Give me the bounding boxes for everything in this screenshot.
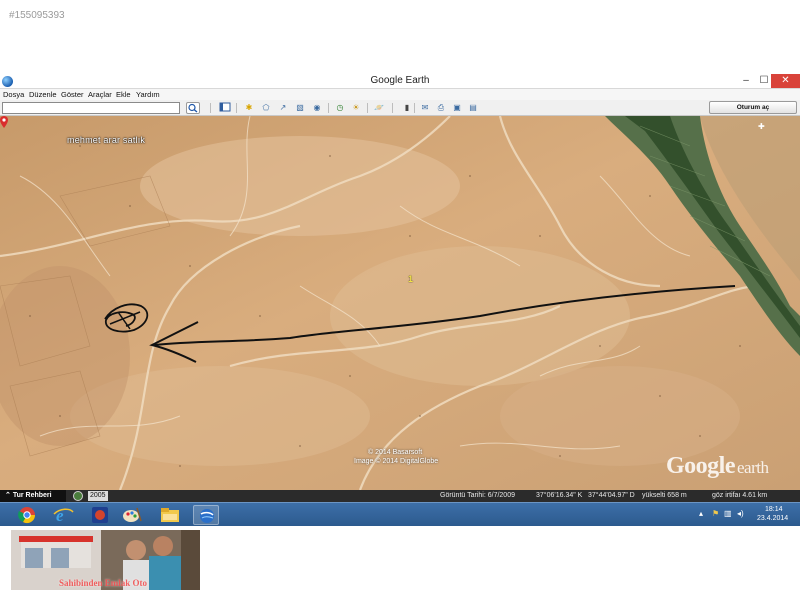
path-icon: ↗ bbox=[279, 103, 287, 112]
menu-file[interactable]: Dosya bbox=[3, 89, 24, 100]
logo-google-text: Google bbox=[666, 453, 736, 479]
sun-icon: ☀ bbox=[352, 103, 360, 112]
historical-imagery-icon[interactable] bbox=[73, 491, 83, 501]
menu-help[interactable]: Yardım bbox=[136, 89, 160, 100]
image-overlay-button[interactable]: ▧ bbox=[293, 102, 307, 114]
tray-network-icon[interactable]: ⚑ bbox=[712, 509, 719, 518]
email-button[interactable]: ✉ bbox=[418, 102, 432, 114]
title-bar: Google Earth – ☐ ✕ bbox=[0, 74, 800, 89]
listing-id: #155095393 bbox=[9, 10, 65, 21]
paint-icon bbox=[123, 507, 142, 522]
image-overlay-icon: ▧ bbox=[296, 103, 304, 112]
screenshot: #155095393 Google Earth – ☐ ✕ Dosya Düze… bbox=[0, 0, 800, 600]
tray-arrow-icon[interactable]: ▴ bbox=[699, 509, 703, 518]
chrome-icon bbox=[18, 507, 36, 524]
sign-in-button[interactable]: Oturum aç bbox=[709, 101, 797, 114]
search-icon bbox=[188, 103, 198, 113]
toolbar-separator bbox=[414, 103, 415, 113]
tour-guide-label: Tur Rehberi bbox=[12, 492, 52, 499]
record-tour-icon: ◉ bbox=[313, 103, 321, 112]
email-icon: ✉ bbox=[421, 103, 429, 112]
record-tour-button[interactable]: ◉ bbox=[310, 102, 324, 114]
file-explorer-icon bbox=[161, 508, 179, 522]
google-earth-logo: Google earth bbox=[666, 453, 769, 480]
historical-imagery-button[interactable]: ◷ bbox=[333, 102, 347, 114]
paint-taskbar-button[interactable] bbox=[119, 505, 145, 525]
menu-bar: Dosya Düzenle Göster Araçlar Ekle Yardım bbox=[0, 89, 800, 100]
tray-flag-icon[interactable]: ▥ bbox=[724, 509, 732, 518]
menu-view[interactable]: Göster bbox=[61, 89, 84, 100]
map-number-label: 1 bbox=[408, 274, 414, 284]
polygon-icon: ⬠ bbox=[262, 103, 270, 112]
tour-guide-tab[interactable]: ⌃ Tur Rehberi bbox=[0, 490, 66, 502]
latitude-readout: 37°06'16.34" K bbox=[536, 492, 583, 499]
print-icon: ⎙ bbox=[437, 103, 445, 112]
planets-button[interactable]: 🪐 bbox=[372, 102, 386, 114]
eye-altitude-readout: göz irtifaı 4.61 km bbox=[712, 492, 768, 499]
placemark-icon: ✱ bbox=[245, 103, 253, 112]
close-button[interactable]: ✕ bbox=[771, 74, 800, 88]
windows-taskbar: e ▴ ⚑ ▥ ◂) 18:14 23.4.2014 bbox=[0, 502, 800, 526]
toolbar-separator bbox=[236, 103, 237, 113]
map-copyright-basarsoft: © 2014 Basarsoft bbox=[368, 449, 423, 456]
add-placemark-button[interactable]: ✱ bbox=[242, 102, 256, 114]
internet-explorer-icon: e bbox=[53, 506, 74, 525]
tray-volume-icon[interactable]: ◂) bbox=[737, 509, 744, 518]
window-title: Google Earth bbox=[370, 75, 430, 86]
banner-text: Sahibinden Emlak Oto bbox=[59, 578, 148, 588]
menu-add[interactable]: Ekle bbox=[116, 89, 131, 100]
toolbar-separator bbox=[328, 103, 329, 113]
toolbar-separator bbox=[367, 103, 368, 113]
clock-icon: ◷ bbox=[336, 103, 344, 112]
chrome-taskbar-button[interactable] bbox=[14, 505, 40, 525]
add-path-button[interactable]: ↗ bbox=[276, 102, 290, 114]
clock-date[interactable]: 23.4.2014 bbox=[757, 515, 788, 522]
sunlight-button[interactable]: ☀ bbox=[349, 102, 363, 114]
logo-earth-text: earth bbox=[737, 458, 769, 477]
clock-time[interactable]: 18:14 bbox=[765, 506, 783, 513]
maps-icon: ▤ bbox=[469, 103, 477, 112]
google-maps-button[interactable]: ▤ bbox=[466, 102, 480, 114]
sidebar-toggle-button[interactable] bbox=[218, 102, 232, 114]
sidebar-icon bbox=[219, 102, 231, 112]
navigation-control-icon[interactable]: ✚ bbox=[758, 122, 765, 131]
status-bar: ⌃ Tur Rehberi 2005 Görüntü Tarihi: 6/7/2… bbox=[0, 490, 800, 502]
print-button[interactable]: ⎙ bbox=[434, 102, 448, 114]
media-icon bbox=[92, 507, 108, 523]
elevation-readout: yükselti 658 m bbox=[642, 492, 687, 499]
placemark-label[interactable]: mehmet arar satlık bbox=[67, 135, 145, 145]
add-polygon-button[interactable]: ⬠ bbox=[259, 102, 273, 114]
media-taskbar-button[interactable] bbox=[87, 505, 113, 525]
google-earth-window: Google Earth – ☐ ✕ Dosya Düzenle Göster … bbox=[0, 74, 800, 502]
map-copyright-digitalglobe: Image © 2014 DigitalGlobe bbox=[354, 458, 439, 465]
ad-banner[interactable]: Sahibinden Emlak Oto bbox=[11, 530, 200, 590]
search-button[interactable] bbox=[186, 102, 200, 114]
file-explorer-taskbar-button[interactable] bbox=[157, 505, 183, 525]
placemark-pin-icon[interactable] bbox=[0, 116, 8, 128]
google-earth-taskbar-button[interactable] bbox=[193, 505, 219, 525]
ruler-icon: ▮ bbox=[404, 103, 410, 112]
save-image-icon: ▣ bbox=[453, 103, 461, 112]
longitude-readout: 37°44'04.97" D bbox=[588, 492, 635, 499]
save-image-button[interactable]: ▣ bbox=[450, 102, 464, 114]
toolbar-separator bbox=[392, 103, 393, 113]
toolbar-separator bbox=[210, 103, 211, 113]
imagery-date: Görüntü Tarihi: 6/7/2009 bbox=[440, 492, 515, 499]
toolbar: ✱ ⬠ ↗ ▧ ◉ ◷ ☀ 🪐 ▮ ✉ ⎙ ▣ ▤ Oturum aç bbox=[0, 100, 800, 116]
menu-edit[interactable]: Düzenle bbox=[29, 89, 57, 100]
ruler-button[interactable]: ▮ bbox=[400, 102, 414, 114]
planet-icon: 🪐 bbox=[374, 103, 384, 112]
terrain-imagery bbox=[0, 116, 800, 490]
satellite-map-view[interactable]: mehmet arar satlık 1 © 2014 Basarsoft Im… bbox=[0, 116, 800, 490]
menu-tools[interactable]: Araçlar bbox=[88, 89, 112, 100]
internet-explorer-taskbar-button[interactable]: e bbox=[50, 505, 76, 525]
google-earth-icon bbox=[200, 509, 214, 523]
search-input[interactable] bbox=[2, 102, 180, 114]
imagery-year[interactable]: 2005 bbox=[88, 491, 108, 501]
